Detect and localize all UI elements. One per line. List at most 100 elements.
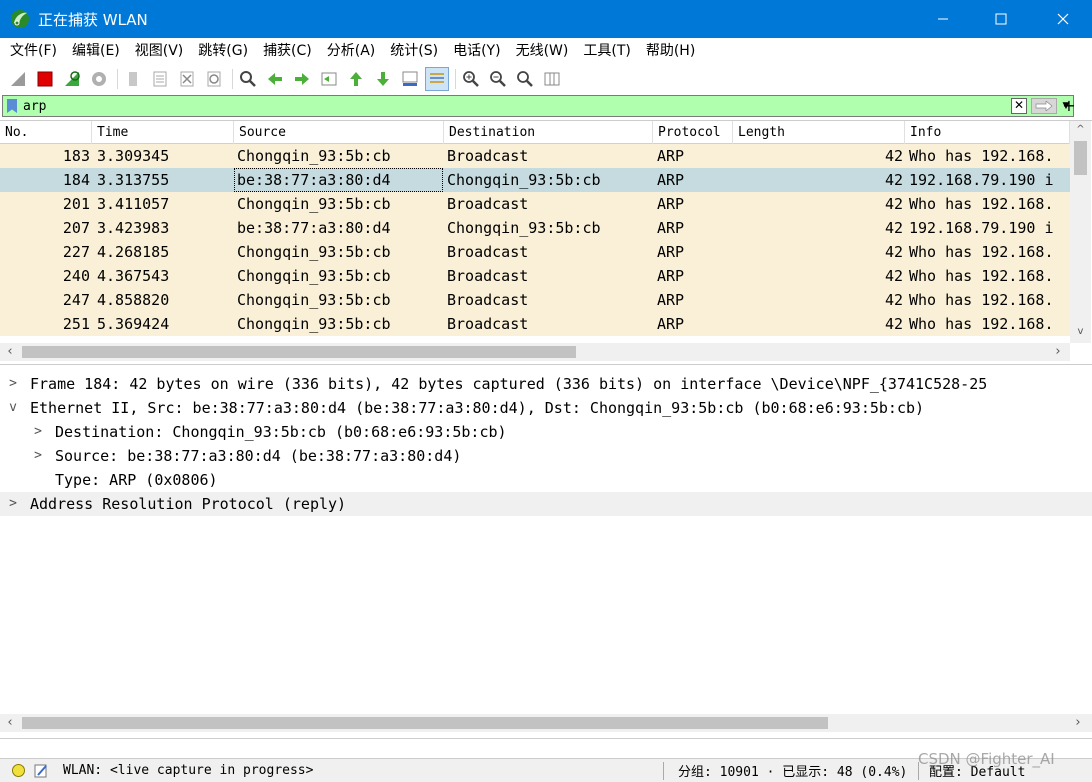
packet-list-hscrollbar[interactable]: ‹ › (0, 343, 1070, 361)
expert-info-led-icon[interactable] (12, 764, 25, 777)
menu-go[interactable]: 跳转(G) (192, 38, 254, 64)
menu-edit[interactable]: 编辑(E) (66, 38, 126, 64)
reload-file-icon[interactable] (202, 67, 226, 91)
packet-protocol: ARP (657, 195, 685, 213)
expand-arrow-icon[interactable]: > (31, 444, 45, 468)
packet-row[interactable]: 183 3.309345 Chongqin_93:5b:cb Broadcast… (0, 144, 1070, 168)
last-packet-icon[interactable] (371, 67, 395, 91)
packet-destination: Broadcast (447, 315, 529, 333)
packet-destination: Broadcast (447, 243, 529, 261)
scroll-right-icon[interactable]: › (1050, 343, 1066, 361)
capture-comment-icon[interactable] (33, 763, 49, 779)
resize-columns-icon[interactable] (540, 67, 564, 91)
add-filter-button[interactable]: + (1062, 95, 1076, 117)
packet-info: Who has 192.168. (909, 195, 1054, 213)
go-back-icon[interactable] (263, 67, 287, 91)
scroll-thumb[interactable] (1074, 141, 1087, 175)
detail-tree-item[interactable]: > Address Resolution Protocol (reply) (0, 492, 1092, 516)
packet-time: 3.313755 (97, 171, 170, 189)
menu-wireless[interactable]: 无线(W) (510, 38, 575, 64)
menu-analyze[interactable]: 分析(A) (321, 38, 382, 64)
scroll-down-icon[interactable]: v (1070, 323, 1091, 341)
save-file-icon[interactable] (148, 67, 172, 91)
packet-row[interactable]: 240 4.367543 Chongqin_93:5b:cb Broadcast… (0, 264, 1070, 288)
packet-info: Who has 192.168. (909, 291, 1054, 309)
menu-bar: 文件(F) 编辑(E) 视图(V) 跳转(G) 捕获(C) 分析(A) 统计(S… (0, 38, 1092, 64)
column-header-time[interactable]: Time (92, 121, 234, 144)
packet-list-vscrollbar[interactable]: ^ v (1070, 121, 1091, 343)
first-packet-icon[interactable] (344, 67, 368, 91)
scroll-left-icon[interactable]: ‹ (2, 714, 18, 732)
close-file-icon[interactable] (175, 67, 199, 91)
menu-help[interactable]: 帮助(H) (640, 38, 701, 64)
column-header-source[interactable]: Source (234, 121, 444, 144)
packet-info: 192.168.79.190 i (909, 171, 1054, 189)
find-packet-icon[interactable] (236, 67, 260, 91)
display-filter-bar: ✕ ▼ (2, 95, 1074, 117)
capture-options-icon[interactable] (87, 67, 111, 91)
menu-file[interactable]: 文件(F) (4, 38, 63, 64)
stop-capture-icon[interactable] (33, 67, 57, 91)
shark-fin-start-icon[interactable] (6, 67, 30, 91)
collapse-arrow-icon[interactable]: v (6, 396, 20, 420)
menu-capture[interactable]: 捕获(C) (257, 38, 318, 64)
detail-tree-item[interactable]: v Ethernet II, Src: be:38:77:a3:80:d4 (b… (0, 396, 1092, 420)
scroll-right-icon[interactable]: › (1070, 714, 1086, 732)
expand-arrow-icon[interactable]: > (6, 372, 20, 396)
packet-row[interactable]: 207 3.423983 be:38:77:a3:80:d4 Chongqin_… (0, 216, 1070, 240)
packet-length: 42 (884, 147, 903, 165)
maximize-button[interactable] (978, 0, 1024, 38)
minimize-button[interactable] (920, 0, 966, 38)
column-header-destination[interactable]: Destination (444, 121, 653, 144)
column-header-protocol[interactable]: Protocol (653, 121, 733, 144)
packet-info: Who has 192.168. (909, 243, 1054, 261)
arrow-right-icon (1035, 101, 1053, 111)
colorize-icon[interactable] (425, 67, 449, 91)
wireshark-app-icon (11, 10, 29, 28)
detail-tree-item[interactable]: Type: ARP (0x0806) (0, 468, 1092, 492)
auto-scroll-icon[interactable] (398, 67, 422, 91)
restart-capture-icon[interactable] (60, 67, 84, 91)
packet-destination: Broadcast (447, 195, 529, 213)
display-filter-input[interactable] (23, 96, 1011, 116)
capture-status-text: WLAN: <live capture in progress> (63, 763, 314, 778)
column-header-info[interactable]: Info (905, 121, 1070, 144)
clear-filter-icon[interactable]: ✕ (1011, 98, 1027, 114)
scroll-up-icon[interactable]: ^ (1070, 121, 1091, 139)
packet-row[interactable]: 227 4.268185 Chongqin_93:5b:cb Broadcast… (0, 240, 1070, 264)
menu-telephony[interactable]: 电话(Y) (447, 38, 506, 64)
go-forward-icon[interactable] (290, 67, 314, 91)
packet-row[interactable]: 201 3.411057 Chongqin_93:5b:cb Broadcast… (0, 192, 1070, 216)
detail-tree-item[interactable]: > Destination: Chongqin_93:5b:cb (b0:68:… (0, 420, 1092, 444)
packet-source: Chongqin_93:5b:cb (237, 147, 391, 165)
bookmark-icon[interactable] (7, 99, 17, 113)
packet-no: 184 (62, 171, 90, 189)
menu-statistics[interactable]: 统计(S) (384, 38, 444, 64)
packet-protocol: ARP (657, 147, 685, 165)
menu-tools[interactable]: 工具(T) (577, 38, 636, 64)
packet-row[interactable]: 247 4.858820 Chongqin_93:5b:cb Broadcast… (0, 288, 1070, 312)
detail-text: Address Resolution Protocol (reply) (30, 495, 347, 513)
scroll-thumb[interactable] (22, 346, 576, 358)
zoom-out-icon[interactable] (486, 67, 510, 91)
zoom-in-icon[interactable] (459, 67, 483, 91)
detail-text: Destination: Chongqin_93:5b:cb (b0:68:e6… (55, 423, 507, 441)
close-button[interactable] (1040, 0, 1086, 38)
column-header-length[interactable]: Length (733, 121, 905, 144)
detail-text: Source: be:38:77:a3:80:d4 (be:38:77:a3:8… (55, 447, 462, 465)
expand-arrow-icon[interactable]: > (6, 492, 20, 516)
apply-filter-button[interactable] (1031, 98, 1057, 114)
packet-row[interactable]: 251 5.369424 Chongqin_93:5b:cb Broadcast… (0, 312, 1070, 336)
detail-tree-item[interactable]: > Source: be:38:77:a3:80:d4 (be:38:77:a3… (0, 444, 1092, 468)
packet-row-selected[interactable]: 184 3.313755 be:38:77:a3:80:d4 Chongqin_… (0, 168, 1070, 192)
expand-arrow-icon[interactable]: > (31, 420, 45, 444)
column-header-no[interactable]: No. (0, 121, 92, 144)
details-hscrollbar[interactable]: ‹ › (0, 714, 1092, 732)
open-file-icon[interactable] (121, 67, 145, 91)
detail-tree-item[interactable]: > Frame 184: 42 bytes on wire (336 bits)… (0, 372, 1092, 396)
menu-view[interactable]: 视图(V) (129, 38, 190, 64)
normal-size-icon[interactable] (513, 67, 537, 91)
scroll-thumb[interactable] (22, 717, 828, 729)
scroll-left-icon[interactable]: ‹ (2, 343, 18, 361)
go-to-packet-icon[interactable] (317, 67, 341, 91)
